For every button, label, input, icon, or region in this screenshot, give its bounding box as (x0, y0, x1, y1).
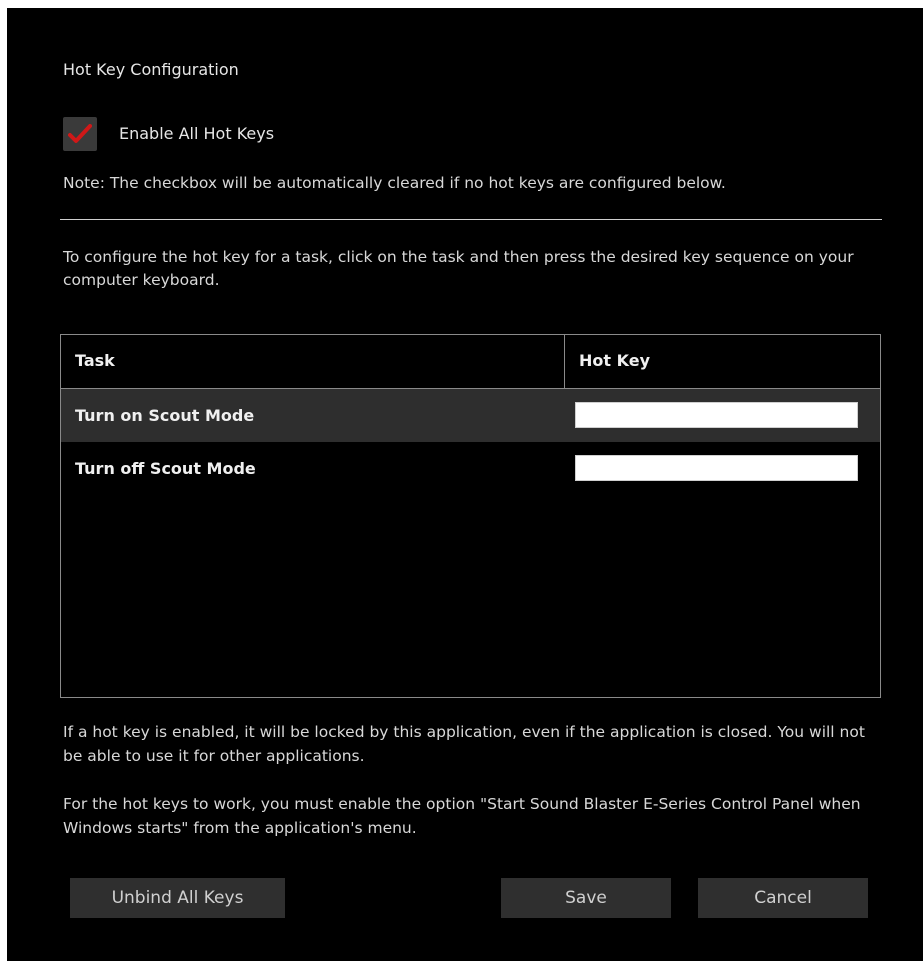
column-separator (564, 335, 565, 388)
instruction-text: To configure the hot key for a task, cli… (63, 248, 854, 289)
task-name: Turn on Scout Mode (75, 406, 255, 425)
table-header: Task Hot Key (61, 335, 880, 389)
save-button[interactable]: Save (501, 878, 671, 918)
enable-all-hotkeys-checkbox[interactable] (63, 117, 97, 151)
hotkey-config-dialog: Hot Key Configuration Enable All Hot Key… (7, 8, 923, 961)
table-row[interactable]: Turn off Scout Mode (61, 442, 880, 495)
enable-all-hotkeys-label[interactable]: Enable All Hot Keys (119, 124, 274, 143)
table-row[interactable]: Turn on Scout Mode (61, 389, 880, 442)
dialog-title: Hot Key Configuration (63, 60, 239, 79)
cancel-button[interactable]: Cancel (698, 878, 868, 918)
hotkey-table: Task Hot Key Turn on Scout Mode Turn off… (60, 334, 881, 698)
task-name: Turn off Scout Mode (75, 459, 256, 478)
hotkey-input-turn-off-scout-mode[interactable] (575, 455, 858, 481)
column-header-task: Task (75, 351, 115, 370)
checkmark-icon (68, 124, 92, 143)
hotkey-input-turn-on-scout-mode[interactable] (575, 402, 858, 428)
divider (60, 219, 882, 220)
unbind-all-keys-button[interactable]: Unbind All Keys (70, 878, 285, 918)
hotkey-lock-info: If a hot key is enabled, it will be lock… (63, 723, 865, 765)
column-header-hotkey: Hot Key (579, 351, 650, 370)
note-text: Note: The checkbox will be automatically… (63, 174, 726, 192)
startup-requirement-info: For the hot keys to work, you must enabl… (63, 795, 861, 837)
